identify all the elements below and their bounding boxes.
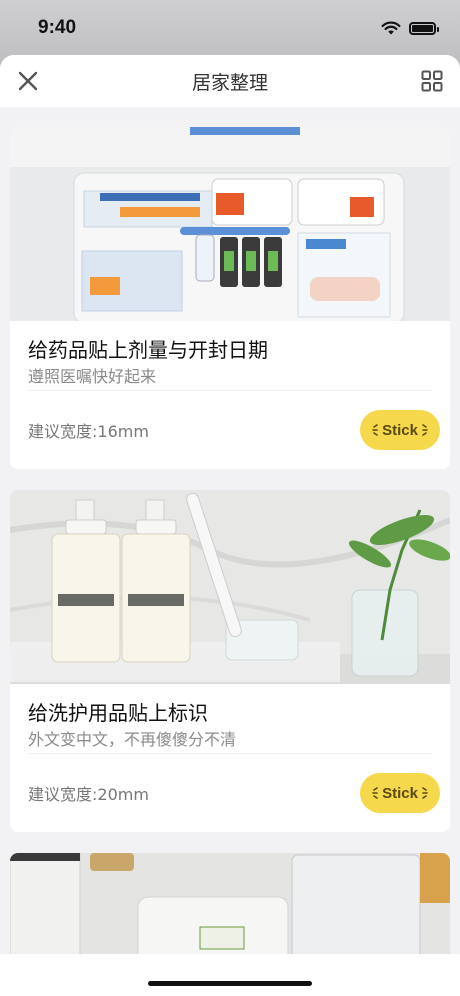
suggested-width: 建议宽度:16mm: [28, 422, 149, 441]
grid-view-button[interactable]: [420, 69, 444, 93]
wifi-icon: [381, 21, 401, 34]
home-bar-area: [0, 954, 460, 996]
card-footer: 建议宽度:16mm Stick: [28, 391, 440, 469]
stick-label: Stick: [382, 784, 418, 802]
card-title: 给洗护用品贴上标识: [28, 701, 208, 725]
card-body: 给药品贴上剂量与开封日期 遵照医嘱快好起来 建议宽度:16mm Stick: [10, 321, 450, 469]
close-button[interactable]: [16, 69, 40, 93]
status-time: 9:40: [38, 17, 77, 38]
sparkle-left-icon: [372, 424, 378, 436]
stick-button[interactable]: Stick: [360, 410, 440, 450]
suggested-width: 建议宽度:20mm: [28, 785, 149, 804]
modal-sheet: 居家整理 给药品贴上剂量与开封日期 遵照医嘱快好起来 建议宽度:16mm Sti…: [0, 55, 460, 996]
page-title: 居家整理: [191, 71, 268, 94]
battery-icon: [409, 21, 439, 35]
status-icons: [381, 21, 439, 36]
sparkle-left-icon: [372, 787, 378, 799]
template-card[interactable]: 给洗护用品贴上标识 外文变中文，不再傻傻分不清 建议宽度:20mm Stick: [10, 490, 450, 832]
template-card[interactable]: 给药品贴上剂量与开封日期 遵照医嘱快好起来 建议宽度:16mm Stick: [10, 127, 450, 469]
card-subtitle: 遵照医嘱快好起来: [28, 365, 432, 391]
stick-button[interactable]: Stick: [360, 773, 440, 813]
card-body: 给洗护用品贴上标识 外文变中文，不再傻傻分不清 建议宽度:20mm Stick: [10, 684, 450, 832]
close-icon: [18, 71, 38, 91]
status-bar: 9:40: [0, 0, 460, 56]
home-indicator[interactable]: [148, 981, 312, 986]
nav-bar: 居家整理: [0, 55, 460, 107]
card-title: 给药品贴上剂量与开封日期: [28, 338, 268, 362]
stick-label: Stick: [382, 421, 418, 439]
grid-icon: [421, 70, 443, 92]
template-list: 给药品贴上剂量与开封日期 遵照医嘱快好起来 建议宽度:16mm Stick 给洗…: [10, 127, 450, 973]
card-footer: 建议宽度:20mm Stick: [28, 754, 440, 832]
sparkle-right-icon: [422, 787, 428, 799]
medicine-box-photo: [10, 127, 450, 321]
toiletries-photo: [10, 490, 450, 684]
card-subtitle: 外文变中文，不再傻傻分不清: [28, 728, 432, 754]
sparkle-right-icon: [422, 424, 428, 436]
